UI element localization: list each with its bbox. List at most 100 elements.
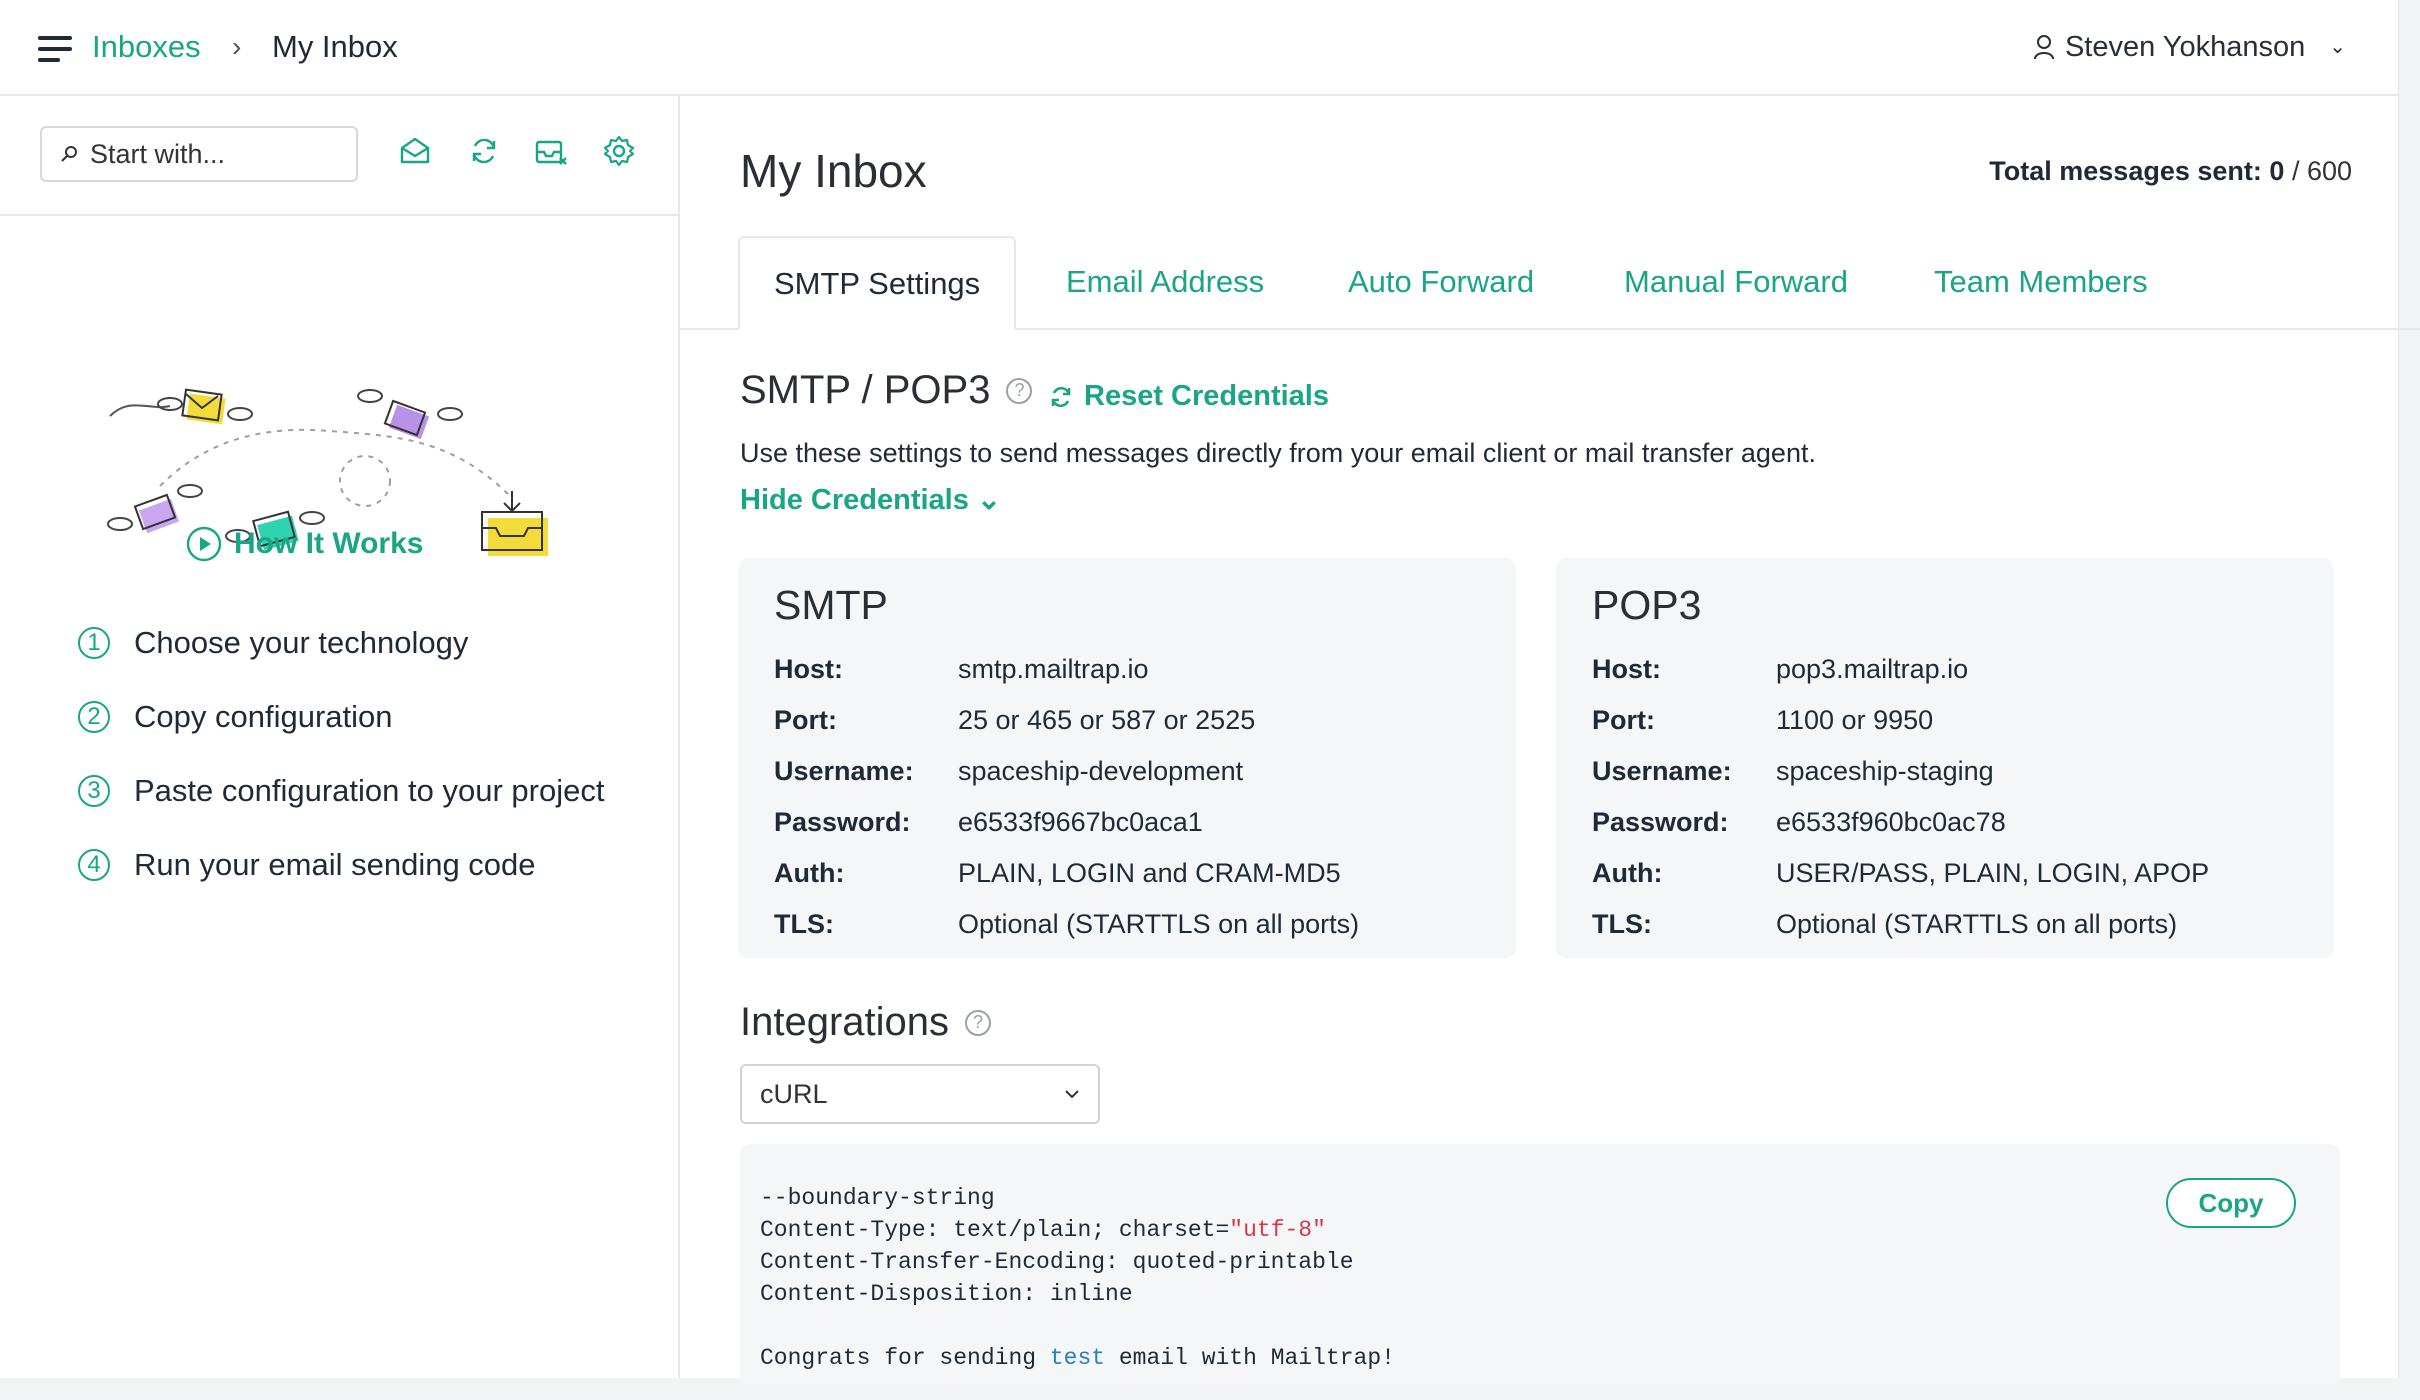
integrations-title-text: Integrations	[740, 1000, 950, 1044]
settings-icon[interactable]	[602, 134, 636, 168]
card-title: POP3	[1592, 582, 1702, 628]
credential-row: Host: smtp.mailtrap.io	[774, 654, 1149, 685]
credential-row: TLS: Optional (STARTTLS on all ports)	[1592, 909, 2177, 940]
section-description: Use these settings to send messages dire…	[740, 438, 1816, 468]
list-item: 2 Copy configuration	[78, 680, 604, 754]
credential-value[interactable]: PLAIN, LOGIN and CRAM-MD5	[958, 858, 1341, 888]
play-circle-icon	[186, 526, 222, 562]
tab-auto-forward[interactable]: Auto Forward	[1348, 236, 1534, 328]
credential-value[interactable]: spaceship-staging	[1776, 756, 1994, 786]
integration-select[interactable]: cURL	[740, 1064, 1100, 1124]
integration-selected-value: cURL	[760, 1078, 828, 1109]
credential-key: Port:	[774, 705, 837, 735]
purple-envelope-icon	[133, 493, 180, 534]
pop3-credentials-card: POP3 Host: pop3.mailtrap.io Port: 1100 or …	[1556, 558, 2334, 958]
tab-team-members[interactable]: Team Members	[1934, 236, 2148, 328]
code-line: Congrats for sending	[760, 1345, 1050, 1371]
chevron-down-icon: ⌄	[2329, 36, 2346, 58]
credential-key: Host:	[1592, 654, 1661, 684]
credential-value[interactable]: e6533f960bc0ac78	[1776, 807, 2006, 837]
how-it-works-label: How It Works	[234, 527, 424, 560]
inbox-tray-icon	[481, 491, 548, 556]
code-snippet-block: --boundary-string Content-Type: text/pla…	[740, 1144, 2340, 1384]
credential-value[interactable]: Optional (STARTTLS on all ports)	[1776, 909, 2177, 939]
top-bar: Inboxes › My Inbox Steven Yokhanson ⌄	[0, 0, 2398, 96]
step-label: Run your email sending code	[134, 847, 536, 882]
credential-row: Auth: PLAIN, LOGIN and CRAM-MD5	[774, 858, 1341, 889]
credential-row: Username: spaceship-staging	[1592, 756, 1994, 787]
credential-key: Username:	[774, 756, 914, 786]
credential-value[interactable]: 25 or 465 or 587 or 2525	[958, 705, 1255, 735]
card-title: SMTP	[774, 582, 888, 628]
search-icon	[61, 146, 77, 162]
credential-key: Auth:	[774, 858, 845, 888]
credential-key: Password:	[1592, 807, 1729, 837]
credential-key: Auth:	[1592, 858, 1663, 888]
help-icon[interactable]: ?	[965, 1009, 992, 1036]
app-window: Inboxes › My Inbox Steven Yokhanson ⌄ St…	[0, 0, 2420, 1384]
code-string: "utf-8"	[1229, 1217, 1326, 1243]
breadcrumb-separator: ›	[232, 31, 242, 62]
envelope-open-icon[interactable]	[398, 134, 432, 168]
list-item: 4 Run your email sending code	[78, 828, 604, 902]
credential-row: Password: e6533f960bc0ac78	[1592, 807, 2006, 838]
credential-value[interactable]: USER/PASS, PLAIN, LOGIN, APOP	[1776, 858, 2209, 888]
list-item: 3 Paste configuration to your project	[78, 754, 604, 828]
code-line: Content-Disposition: inline	[760, 1281, 1133, 1307]
tab-email-address[interactable]: Email Address	[1066, 236, 1264, 328]
search-input[interactable]	[88, 137, 332, 171]
refresh-icon[interactable]	[467, 134, 501, 168]
credential-row: Username: spaceship-development	[774, 756, 1243, 787]
code-snippet[interactable]: --boundary-string Content-Type: text/pla…	[760, 1182, 1395, 1374]
integrations-title: Integrations ?	[740, 1000, 992, 1045]
user-name: Steven Yokhanson	[2064, 31, 2306, 63]
tab-manual-forward[interactable]: Manual Forward	[1624, 236, 1848, 328]
credential-value[interactable]: spaceship-development	[958, 756, 1243, 786]
breadcrumb-inboxes-link[interactable]: Inboxes	[92, 26, 201, 68]
step-number-badge: 3	[78, 775, 110, 807]
page-title: My Inbox	[740, 145, 927, 197]
credential-value[interactable]: e6533f9667bc0aca1	[958, 807, 1203, 837]
credential-key: Username:	[1592, 756, 1732, 786]
tab-smtp-settings[interactable]: SMTP Settings	[738, 236, 1017, 330]
credential-row: Host: pop3.mailtrap.io	[1592, 654, 1968, 685]
purple-envelope-icon	[383, 399, 430, 440]
steps-list: 1 Choose your technology 2 Copy configur…	[78, 606, 604, 902]
inbox-search[interactable]	[40, 126, 358, 182]
code-line: --boundary-string	[760, 1185, 995, 1211]
breadcrumb-current: My Inbox	[272, 29, 398, 64]
credential-key: Port:	[1592, 705, 1655, 735]
code-keyword: test	[1049, 1345, 1106, 1371]
refresh-icon	[1051, 386, 1071, 407]
copy-button[interactable]: Copy	[2166, 1178, 2296, 1228]
sidebar-toolbar	[0, 96, 678, 216]
hide-credentials-link[interactable]: Hide Credentials ⌄	[740, 482, 1001, 517]
credential-key: Host:	[774, 654, 843, 684]
credential-key: TLS:	[774, 909, 834, 939]
credential-value[interactable]: smtp.mailtrap.io	[958, 654, 1149, 684]
main-content: My Inbox Total messages sent: 0 / 600 SM…	[680, 96, 2420, 1384]
credential-row: Password: e6533f9667bc0aca1	[774, 807, 1203, 838]
yellow-envelope-icon	[181, 388, 226, 425]
reset-credentials-link[interactable]: Reset Credentials	[1048, 380, 1329, 413]
credential-key: Password:	[774, 807, 911, 837]
clear-inbox-icon[interactable]	[534, 134, 568, 168]
credential-value[interactable]: 1100 or 9950	[1776, 705, 1933, 735]
help-icon[interactable]: ?	[1006, 377, 1033, 404]
credential-value[interactable]: Optional (STARTTLS on all ports)	[958, 909, 1359, 939]
credential-row: Auth: USER/PASS, PLAIN, LOGIN, APOP	[1592, 858, 2209, 889]
how-it-works-link[interactable]: How It Works	[186, 526, 423, 562]
user-menu[interactable]: Steven Yokhanson ⌄	[2033, 26, 2346, 68]
user-icon	[2033, 35, 2054, 60]
credential-value[interactable]: pop3.mailtrap.io	[1776, 654, 1968, 684]
step-number-badge: 2	[78, 701, 110, 733]
credential-row: TLS: Optional (STARTTLS on all ports)	[774, 909, 1359, 940]
hamburger-menu-icon[interactable]	[38, 36, 72, 62]
sidebar: How It Works 1 Choose your technology 2 …	[0, 96, 680, 1378]
step-label: Copy configuration	[134, 699, 393, 734]
code-line: Content-Transfer-Encoding: quoted-printa…	[760, 1249, 1354, 1275]
credential-row: Port: 25 or 465 or 587 or 2525	[774, 705, 1255, 736]
total-sent-count: 0	[2269, 156, 2285, 186]
chevron-down-icon	[1065, 1090, 1079, 1099]
tab-bar: SMTP Settings Email Address Auto Forward…	[680, 236, 2420, 330]
